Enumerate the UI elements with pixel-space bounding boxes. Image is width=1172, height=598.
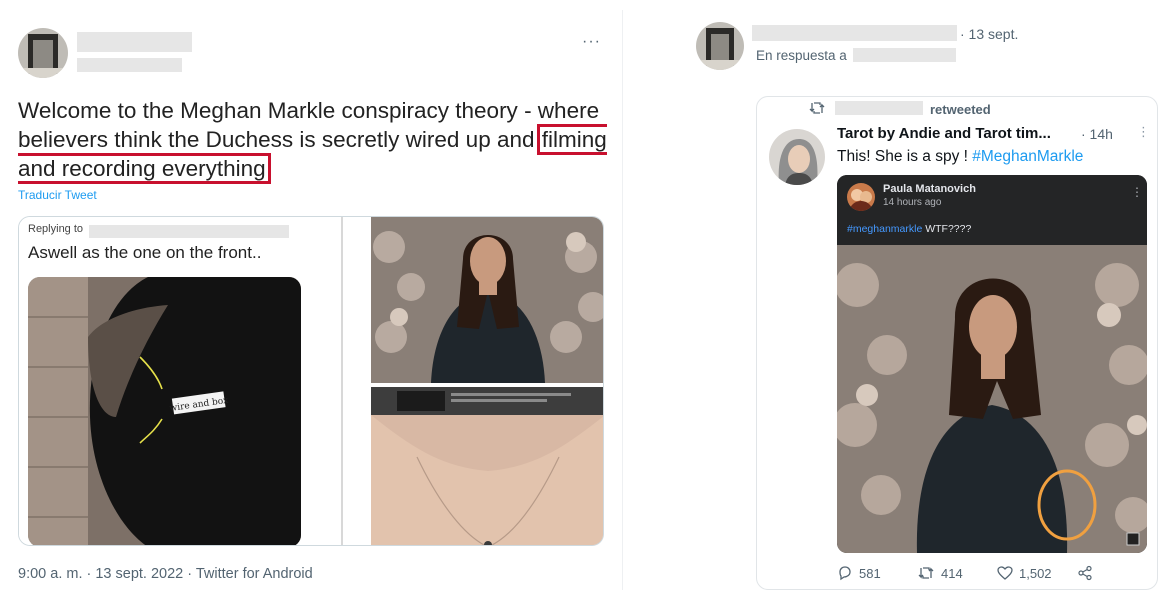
replier-name-redacted [752, 25, 957, 41]
translate-tweet-link[interactable]: Traducir Tweet [18, 188, 97, 202]
left-tweet: ··· Welcome to the Meghan Markle conspir… [0, 0, 620, 598]
retweet-action[interactable]: 414 [917, 565, 963, 581]
back-of-dress-photo[interactable]: wire and box [28, 277, 301, 545]
facebook-post-screenshot[interactable]: Paula Matanovich 14 hours ago ⋮ #meghanm… [837, 175, 1147, 553]
retweeter-name-redacted [835, 101, 923, 115]
quoted-author-name[interactable]: Tarot by Andie and Tarot tim... [837, 125, 1051, 142]
tweet-text-main: Welcome to the Meghan Markle conspiracy … [18, 98, 600, 152]
in-reply-to-label: En respuesta a [756, 48, 847, 63]
author-avatar[interactable] [18, 28, 68, 78]
more-options-button[interactable]: ··· [582, 33, 601, 51]
meghan-dress-photo[interactable] [837, 245, 1147, 553]
like-action[interactable]: 1,502 [997, 565, 1052, 581]
author-handle-redacted [77, 58, 182, 72]
necklace-photo[interactable] [371, 385, 603, 545]
share-icon [1077, 565, 1093, 581]
hashtag-link[interactable]: #MeghanMarkle [972, 148, 1083, 165]
quoted-text-body: This! She is a spy ! [837, 148, 973, 165]
facebook-post-time: 14 hours ago [883, 197, 942, 208]
reply-date: · 13 sept. [960, 26, 1019, 42]
quoted-tweet-text: This! She is a spy ! #MeghanMarkle [837, 148, 1083, 166]
embedded-reply-screenshot[interactable]: Replying to Aswell as the one on the fro… [19, 217, 343, 545]
in-reply-to-redacted [853, 48, 956, 62]
facebook-author-name: Paula Matanovich [883, 183, 976, 195]
tweet-text: Welcome to the Meghan Markle conspiracy … [18, 96, 618, 184]
author-name-redacted [77, 32, 192, 52]
facebook-author-avatar [847, 183, 875, 211]
right-tweet: · 13 sept. En respuesta a retweeted Taro… [690, 0, 1172, 598]
facebook-hashtag: #meghanmarkle [847, 223, 923, 235]
facebook-more-icon: ⋮ [1131, 185, 1143, 199]
facebook-caption: #meghanmarkle WTF???? [847, 223, 971, 235]
reply-icon [837, 565, 853, 581]
front-of-dress-photo[interactable] [371, 217, 603, 383]
facebook-caption-rest: WTF???? [922, 223, 972, 235]
replying-to-text: Replying to [28, 223, 84, 235]
retweeted-label: retweeted [930, 102, 991, 117]
quoted-more-button[interactable]: ⋮ [1137, 124, 1150, 140]
tweet-actions: 581 414 1,502 [837, 565, 1137, 585]
panel-divider [622, 10, 623, 590]
quoted-author-avatar[interactable] [769, 129, 825, 185]
retweet-action-icon [917, 565, 935, 581]
tweet-metadata: 9:00 a. m. · 13 sept. 2022 · Twitter for… [18, 566, 313, 582]
quoted-tweet-screenshot[interactable]: retweeted Tarot by Andie and Tarot tim..… [756, 96, 1158, 590]
heart-icon [997, 565, 1013, 581]
quoted-tweet-time: · 14h [1081, 126, 1113, 142]
retweet-count: 414 [941, 565, 963, 581]
retweet-icon [809, 101, 825, 118]
replying-to-redacted [89, 225, 289, 238]
like-count: 1,502 [1019, 565, 1052, 581]
replying-to-label: Replying to [28, 223, 83, 235]
reply-text: Aswell as the one on the front.. [28, 243, 262, 262]
facebook-post-header: Paula Matanovich 14 hours ago ⋮ #meghanm… [837, 175, 1147, 245]
share-action[interactable] [1077, 565, 1093, 581]
reply-action[interactable]: 581 [837, 565, 881, 581]
replier-avatar[interactable] [696, 22, 744, 70]
reply-count: 581 [859, 565, 881, 581]
tweet-media-card[interactable]: Replying to Aswell as the one on the fro… [18, 216, 604, 546]
